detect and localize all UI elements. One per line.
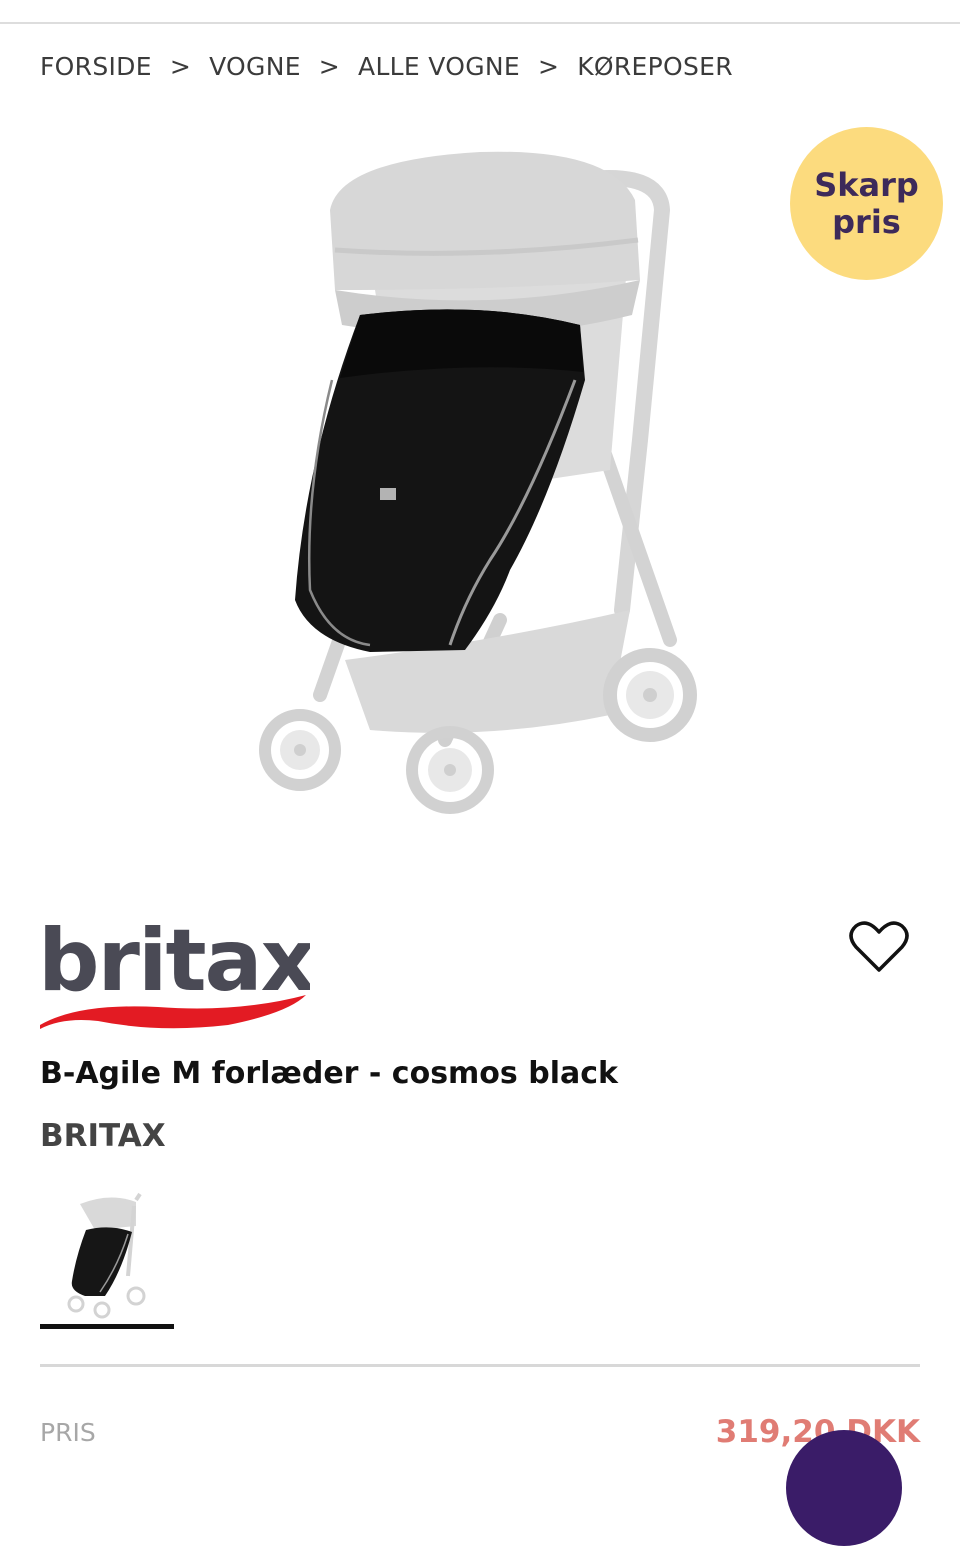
- breadcrumb: FORSIDE > VOGNE > ALLE VOGNE > KØREPOSER: [40, 52, 733, 81]
- product-image[interactable]: [250, 140, 720, 840]
- product-title: B-Agile M forlæder - cosmos black: [40, 1056, 618, 1091]
- product-thumbnail[interactable]: [40, 1186, 174, 1320]
- thumbnail-active-indicator: [40, 1324, 174, 1329]
- section-divider: [40, 1364, 920, 1367]
- logo-wordmark: britax: [38, 915, 310, 1011]
- breadcrumb-koreposer[interactable]: KØREPOSER: [577, 52, 733, 81]
- heart-icon[interactable]: [848, 918, 910, 976]
- breadcrumb-separator: >: [537, 52, 560, 81]
- breadcrumb-alle-vogne[interactable]: ALLE VOGNE: [358, 52, 520, 81]
- breadcrumb-separator: >: [169, 52, 192, 81]
- product-brand[interactable]: BRITAX: [40, 1118, 166, 1154]
- sale-badge: Skarp pris: [790, 127, 943, 280]
- breadcrumb-forside[interactable]: FORSIDE: [40, 52, 152, 81]
- price-label: PRIS: [40, 1418, 96, 1447]
- badge-line-2: pris: [832, 202, 901, 241]
- breadcrumb-vogne[interactable]: VOGNE: [209, 52, 301, 81]
- top-divider: [0, 22, 960, 24]
- britax-logo[interactable]: britax: [38, 915, 310, 1040]
- breadcrumb-separator: >: [318, 52, 341, 81]
- badge-line-1: Skarp: [814, 165, 919, 204]
- chat-bubble-icon[interactable]: [786, 1430, 902, 1546]
